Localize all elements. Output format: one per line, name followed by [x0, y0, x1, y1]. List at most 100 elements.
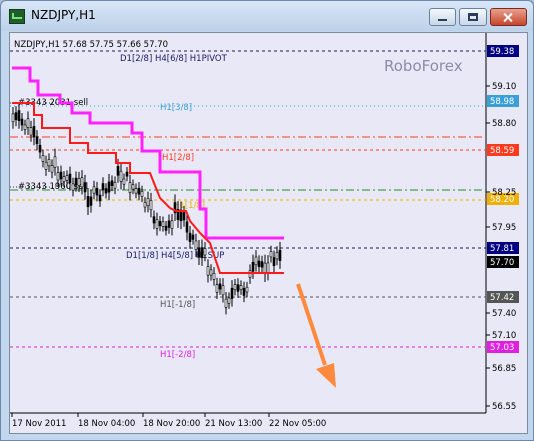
forecast-arrow-head [316, 363, 336, 388]
candle-body [251, 261, 255, 272]
magenta-trend-line [12, 66, 284, 240]
candle-body [38, 144, 42, 153]
candle-body [95, 188, 99, 196]
candle-body [26, 118, 30, 128]
candle-body [167, 220, 171, 228]
candle-body [257, 260, 261, 267]
candle-body [236, 284, 240, 292]
candle-body [266, 262, 270, 273]
candle-body [74, 177, 78, 186]
candle-body [68, 173, 72, 184]
svg-text:57.81: 57.81 [490, 244, 514, 254]
y-tick-label: 58.25 [492, 188, 516, 198]
x-tick-label: 17 Nov 2011 [12, 419, 66, 429]
candle-body [239, 285, 243, 291]
price-badge-h1-2-8: 58.59 [487, 144, 519, 156]
candle-body [155, 219, 159, 229]
level-label-h1-m2-8: H1[-2/8] [160, 350, 195, 360]
candle-body [278, 249, 282, 261]
candle-body [104, 188, 108, 194]
level-label-sup: D1[1/8] H4[5/8] H1SUP [126, 251, 224, 261]
y-tick-label: 56.85 [492, 364, 516, 374]
y-tick-label: 57.95 [492, 223, 516, 233]
svg-text:57.42: 57.42 [490, 293, 514, 303]
y-tick-label: 57.40 [492, 309, 516, 319]
minimize-button[interactable] [429, 8, 456, 26]
candle-body [215, 284, 219, 293]
close-button[interactable] [490, 8, 527, 26]
candle-body [47, 159, 51, 167]
candle-body [20, 118, 24, 126]
svg-text:58.59: 58.59 [490, 146, 514, 156]
title-bar[interactable]: NZDJPY,H1 [1, 1, 533, 31]
candle-body [32, 126, 36, 138]
candle-body [233, 284, 237, 291]
candle-body [86, 196, 90, 208]
candle-body [83, 182, 87, 193]
candle-body [107, 181, 111, 193]
candle-body [212, 272, 216, 280]
candle-body [149, 200, 153, 211]
candle-body [197, 247, 201, 258]
candle-body [35, 136, 39, 145]
candle-body [200, 247, 204, 259]
chart-window-icon [9, 9, 25, 24]
maximize-button[interactable] [459, 8, 487, 26]
broker-watermark: RoboForex [384, 57, 463, 75]
candle-body [152, 216, 156, 224]
candle-body [143, 202, 147, 208]
price-badge-current: 57.70 [487, 256, 519, 268]
candle-body [158, 220, 162, 227]
candle-body [209, 269, 213, 276]
candle-body [146, 198, 150, 206]
price-chart[interactable]: NZDJPY,H1 57.68 57.75 57.66 57.70 RoboFo… [10, 33, 527, 433]
chart-area[interactable]: NZDJPY,H1 57.68 57.75 57.66 57.70 RoboFo… [9, 32, 528, 434]
candle-body [206, 266, 210, 276]
candle-body [71, 183, 75, 191]
candle-body [125, 171, 129, 177]
candle-body [134, 188, 138, 194]
candle-body [11, 113, 15, 123]
candle-body [164, 225, 168, 231]
candle-body [254, 256, 258, 266]
candle-body [23, 124, 27, 130]
candle-body [56, 172, 60, 181]
chart-window: NZDJPY,H1 NZDJPY,H1 57.68 57.75 57.66 57… [0, 0, 534, 441]
candle-body [110, 180, 114, 186]
candle-body [59, 171, 63, 180]
svg-text:57.70: 57.70 [490, 258, 514, 268]
y-tick-label: 59.10 [492, 82, 516, 92]
candle-body [203, 248, 207, 256]
candle-body [65, 175, 69, 181]
x-tick-label: 21 Nov 13:00 [205, 419, 262, 429]
candle-body [191, 234, 195, 240]
svg-text:58.98: 58.98 [490, 97, 514, 107]
y-tick-label: 57.10 [492, 331, 516, 341]
forecast-arrow-shaft [296, 283, 327, 366]
order-label-2: #3343 1960 sell [18, 182, 88, 192]
candle-body [50, 165, 54, 173]
candle-body [260, 261, 264, 268]
y-tick-label: 56.55 [492, 402, 516, 412]
candle-body [113, 181, 117, 189]
candlestick-series [11, 102, 282, 315]
level-label-h1-3-8: H1[3/8] [160, 103, 192, 113]
level-label-h1-m1-8: H1[-1/8] [160, 300, 195, 310]
price-badge-sup: 57.81 [487, 242, 519, 254]
window-title: NZDJPY,H1 [31, 8, 96, 22]
price-badge-h1-m1-8: 57.42 [487, 291, 519, 303]
candle-body [44, 161, 48, 170]
candle-body [53, 156, 57, 168]
candle-body [116, 166, 120, 176]
candle-body [131, 184, 135, 190]
candle-body [182, 212, 186, 221]
x-tick-label: 18 Nov 04:00 [78, 419, 135, 429]
candle-body [101, 183, 105, 191]
candle-body [77, 178, 81, 186]
price-badge-h1-m2-8: 57.03 [487, 341, 519, 353]
svg-text:57.03: 57.03 [490, 343, 514, 353]
candle-body [218, 283, 222, 290]
candle-body [161, 221, 165, 227]
candle-body [137, 187, 141, 195]
candle-body [245, 286, 249, 293]
